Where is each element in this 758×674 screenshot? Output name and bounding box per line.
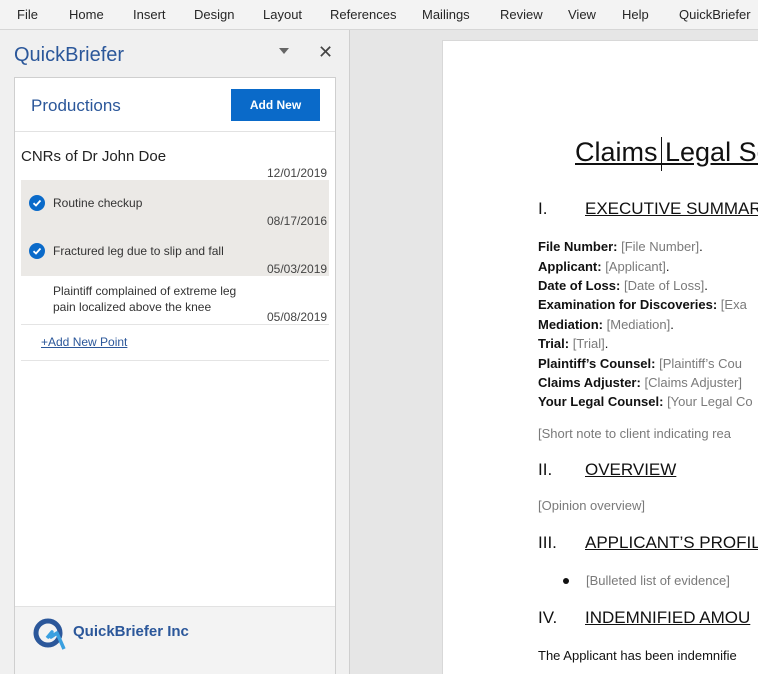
field-label: File Number: xyxy=(538,239,618,254)
field-label: Examination for Discoveries: xyxy=(538,297,718,312)
item-date: 05/03/2019 xyxy=(267,262,328,276)
task-pane: QuickBriefer ✕ Productions Add New CNRs … xyxy=(0,30,350,674)
checkmark-icon[interactable] xyxy=(29,243,45,259)
tab-mailings[interactable]: Mailings xyxy=(422,7,470,22)
group-title[interactable]: CNRs of Dr John Doe xyxy=(21,148,166,165)
field-label: Claims Adjuster: xyxy=(538,375,641,390)
item-text: Fractured leg due to slip and fall xyxy=(53,244,224,258)
list-item[interactable]: Fractured leg due to slip and fall 05/03… xyxy=(21,228,329,276)
field-suffix: . xyxy=(704,278,708,293)
divider xyxy=(21,360,329,361)
field-label: Mediation: xyxy=(538,317,603,332)
section-heading: EXECUTIVE SUMMAR xyxy=(585,199,758,218)
bullet-dot xyxy=(563,578,569,584)
list-item[interactable]: Plaintiff complained of extreme leg pain… xyxy=(21,276,329,324)
tab-file[interactable]: File xyxy=(17,7,38,22)
add-new-point-link[interactable]: +Add New Point xyxy=(41,335,127,349)
body-paragraph: The Applicant has been indemnifie xyxy=(538,648,737,663)
field-value: [Mediation] xyxy=(606,317,671,332)
field-suffix: . xyxy=(670,317,674,332)
evidence-placeholder: [Bulleted list of evidence] xyxy=(586,573,730,588)
section-heading: INDEMNIFIED AMOU xyxy=(585,608,751,627)
field-suffix: . xyxy=(665,259,670,274)
tab-layout[interactable]: Layout xyxy=(263,7,302,22)
document-title: Claims Legal Se xyxy=(575,137,758,167)
close-icon[interactable]: ✕ xyxy=(318,42,333,62)
card-footer: QuickBriefer Inc xyxy=(15,606,335,674)
pane-options-chevron-icon[interactable] xyxy=(279,48,289,54)
footer-brand: QuickBriefer Inc xyxy=(73,623,189,640)
field-value: [Date of Loss] xyxy=(623,278,705,293)
productions-header: Productions Add New xyxy=(15,78,335,132)
tab-insert[interactable]: Insert xyxy=(133,7,166,22)
field-value: [Trial] xyxy=(572,336,605,351)
field-label: Plaintiff’s Counsel: xyxy=(538,356,656,371)
field-value: [Exa xyxy=(720,297,747,312)
section-number: I. xyxy=(538,199,548,218)
field-label: Your Legal Counsel: xyxy=(538,394,664,409)
short-note-placeholder: [Short note to client indicating rea xyxy=(538,426,731,441)
item-text: Routine checkup xyxy=(53,196,143,210)
ribbon-tabs: File Home Insert Design Layout Reference… xyxy=(0,0,758,30)
section-title: Productions xyxy=(31,96,121,115)
field-line: File Number: [File Number]. xyxy=(538,239,703,254)
checkmark-icon[interactable] xyxy=(29,195,45,211)
item-date: 08/17/2016 xyxy=(267,214,328,228)
list-item[interactable]: Routine checkup 08/17/2016 xyxy=(21,180,329,228)
field-line: Trial: [Trial]. xyxy=(538,336,608,351)
field-line: Plaintiff’s Counsel: [Plaintiff’s Cou xyxy=(538,356,742,371)
document-page[interactable]: Claims Legal Se I. EXECUTIVE SUMMAR File… xyxy=(442,40,758,674)
section-heading: APPLICANT’S PROFIL xyxy=(585,533,758,552)
field-label: Trial: xyxy=(538,336,570,351)
section-number: III. xyxy=(538,533,557,552)
section-number: II. xyxy=(538,460,553,479)
field-line: Claims Adjuster: [Claims Adjuster] xyxy=(538,375,742,390)
productions-card: Productions Add New CNRs of Dr John Doe … xyxy=(14,77,336,674)
tab-design[interactable]: Design xyxy=(194,7,234,22)
add-new-button[interactable]: Add New xyxy=(231,89,320,121)
field-line: Applicant: [Applicant]. xyxy=(538,259,670,274)
item-date: 05/08/2019 xyxy=(267,310,328,324)
text-cursor xyxy=(661,137,662,171)
field-suffix: . xyxy=(699,239,703,254)
field-suffix: . xyxy=(604,336,609,351)
field-line: Mediation: [Mediation]. xyxy=(538,317,674,332)
section-heading: OVERVIEW xyxy=(585,460,677,479)
quickbriefer-logo-icon xyxy=(31,616,67,657)
field-line: Your Legal Counsel: [Your Legal Co xyxy=(538,394,753,409)
field-line: Examination for Discoveries: [Exa xyxy=(538,297,747,312)
item-text: Plaintiff complained of extreme leg pain… xyxy=(53,284,237,314)
field-label: Applicant: xyxy=(538,259,602,274)
divider xyxy=(21,324,329,325)
section-number: IV. xyxy=(538,608,558,627)
group-date: 12/01/2019 xyxy=(267,166,328,180)
field-line: Date of Loss: [Date of Loss]. xyxy=(538,278,708,293)
tab-references[interactable]: References xyxy=(330,7,396,22)
field-value: [Your Legal Co xyxy=(667,394,753,409)
opinion-placeholder: [Opinion overview] xyxy=(538,498,645,513)
field-value: [Plaintiff’s Cou xyxy=(659,356,742,371)
field-value: [Claims Adjuster] xyxy=(644,375,742,390)
field-value: [Applicant] xyxy=(605,259,666,274)
field-value: [File Number] xyxy=(621,239,700,254)
tab-review[interactable]: Review xyxy=(500,7,543,22)
field-label: Date of Loss: xyxy=(538,278,621,293)
pane-title: QuickBriefer xyxy=(14,44,125,66)
tab-help[interactable]: Help xyxy=(622,7,649,22)
tab-home[interactable]: Home xyxy=(69,7,104,22)
tab-view[interactable]: View xyxy=(568,7,596,22)
tab-quickbriefer[interactable]: QuickBriefer xyxy=(679,7,751,22)
